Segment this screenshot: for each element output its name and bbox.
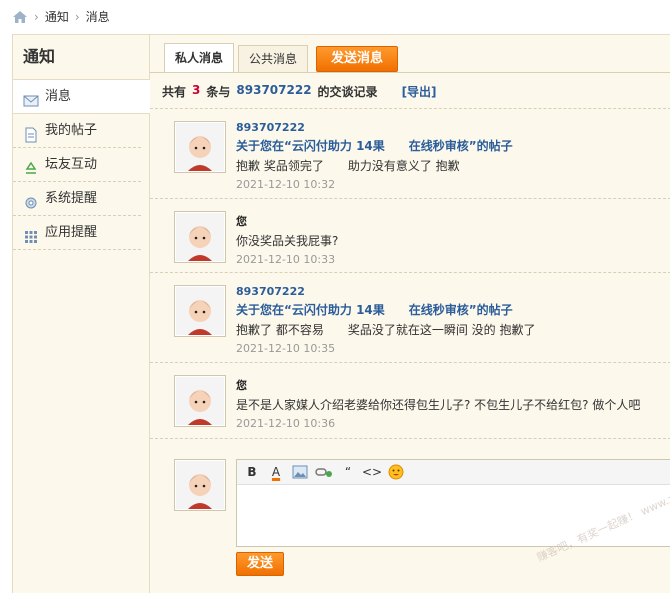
summary-prefix: 共有 [162, 85, 187, 99]
message-count: 3 [192, 83, 201, 97]
gear-icon [23, 191, 39, 208]
sender-name[interactable]: 893707222 [236, 121, 666, 134]
main-panel: 通知 消息 我的帖子 坛友互动 系统提醒 应用提醒 私人消息 公共消息 发送消息… [12, 34, 670, 593]
code-button[interactable]: <> [362, 463, 382, 481]
envelope-icon [23, 89, 39, 106]
content-area: 私人消息 公共消息 发送消息 共有 3 条与 893707222 的交谈记录 [… [150, 35, 670, 593]
summary-middle: 条与 [206, 85, 231, 99]
message-item: 893707222 关于您在“云闪付助力 14果 在线秒审核”的帖子 抱歉 奖品… [150, 108, 670, 199]
conversation-summary: 共有 3 条与 893707222 的交谈记录 [导出] [162, 83, 437, 100]
sidebar: 通知 消息 我的帖子 坛友互动 系统提醒 应用提醒 [13, 35, 150, 593]
submit-button[interactable]: 发送 [236, 552, 284, 576]
sidebar-item-label: 消息 [45, 89, 72, 104]
link-icon[interactable] [315, 463, 333, 481]
breadcrumb-item-message[interactable]: 消息 [86, 8, 110, 25]
summary-suffix: 的交谈记录 [317, 85, 378, 99]
message-text: 是不是人家媒人介绍老婆给你还得包生儿子? 不包生儿子不给红包? 做个人吧 [236, 398, 641, 412]
sidebar-item-label: 系统提醒 [45, 191, 98, 206]
message-body: 893707222 关于您在“云闪付助力 14果 在线秒审核”的帖子 抱歉了 都… [236, 285, 666, 355]
avatar[interactable] [174, 121, 226, 173]
recycle-icon [23, 157, 39, 174]
sender-name[interactable]: 893707222 [236, 285, 666, 298]
sender-name: 您 [236, 215, 247, 228]
sidebar-title: 通知 [13, 35, 149, 80]
breadcrumb-item-notice[interactable]: 通知 [45, 8, 69, 25]
image-icon[interactable] [291, 463, 309, 481]
breadcrumb: › 通知 › 消息 [12, 8, 110, 25]
post-link[interactable]: 关于您在“云闪付助力 14果 在线秒审核”的帖子 [236, 301, 666, 318]
my-avatar[interactable] [174, 459, 226, 511]
message-text: 你没奖品关我屁事? [236, 234, 339, 248]
tab-public-messages[interactable]: 公共消息 [238, 45, 309, 72]
sidebar-item-my-posts[interactable]: 我的帖子 [13, 114, 141, 148]
sidebar-item-label: 应用提醒 [45, 225, 98, 240]
message-time: 2021-12-10 10:33 [236, 253, 336, 266]
send-message-button[interactable]: 发送消息 [316, 46, 399, 72]
message-item: 893707222 关于您在“云闪付助力 14果 在线秒审核”的帖子 抱歉了 都… [150, 272, 670, 363]
avatar[interactable] [174, 285, 226, 337]
bold-button[interactable]: B [243, 463, 261, 481]
sidebar-item-apps[interactable]: 应用提醒 [13, 216, 141, 250]
sidebar-item-interaction[interactable]: 坛友互动 [13, 148, 141, 182]
top-bar: › 通知 › 消息 [0, 0, 670, 34]
message-text: 抱歉 奖品领完了 助力没有意义了 抱歉 [236, 159, 460, 173]
tab-private-messages[interactable]: 私人消息 [164, 43, 235, 72]
message-time: 2021-12-10 10:35 [236, 342, 336, 355]
message-text: 抱歉了 都不容易 奖品没了就在这一瞬间 没的 抱歉了 [236, 323, 536, 337]
export-link[interactable]: [导出] [402, 83, 437, 100]
message-item: 您 你没奖品关我屁事? 2021-12-10 10:33 [150, 198, 670, 273]
message-body: 您 是不是人家媒人介绍老婆给你还得包生儿子? 不包生儿子不给红包? 做个人吧 2… [236, 377, 666, 430]
message-time: 2021-12-10 10:36 [236, 417, 336, 430]
sidebar-item-label: 我的帖子 [45, 123, 98, 138]
message-body: 您 你没奖品关我屁事? 2021-12-10 10:33 [236, 213, 666, 266]
message-item: 您 是不是人家媒人介绍老婆给你还得包生儿子? 不包生儿子不给红包? 做个人吧 2… [150, 362, 670, 439]
message-time: 2021-12-10 10:32 [236, 178, 336, 191]
sidebar-item-label: 坛友互动 [45, 157, 98, 172]
quote-button[interactable]: “ [339, 463, 357, 481]
grid-icon [23, 225, 39, 243]
avatar[interactable] [174, 375, 226, 427]
avatar[interactable] [174, 211, 226, 263]
home-icon[interactable] [12, 10, 28, 24]
conversation-user[interactable]: 893707222 [236, 83, 311, 100]
emoji-icon[interactable] [387, 463, 405, 481]
font-color-button[interactable]: A [267, 463, 285, 481]
post-link[interactable]: 关于您在“云闪付助力 14果 在线秒审核”的帖子 [236, 137, 666, 154]
document-icon [23, 123, 39, 142]
tab-bar: 私人消息 公共消息 发送消息 [164, 43, 399, 72]
sender-name: 您 [236, 379, 247, 392]
message-body: 893707222 关于您在“云闪付助力 14果 在线秒审核”的帖子 抱歉 奖品… [236, 121, 666, 191]
editor-toolbar: B A “ <> [237, 460, 670, 485]
tab-divider [150, 72, 670, 73]
sidebar-item-system[interactable]: 系统提醒 [13, 182, 141, 216]
reply-area: B A “ <> 发送 [150, 438, 670, 576]
chevron-right-icon: › [34, 9, 39, 24]
sidebar-item-messages[interactable]: 消息 [13, 80, 150, 114]
chevron-right-icon: › [74, 9, 80, 24]
